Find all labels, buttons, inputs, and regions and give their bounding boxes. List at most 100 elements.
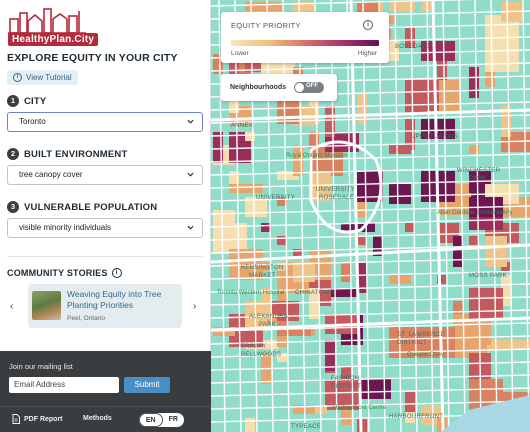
toggle-knob <box>295 83 304 92</box>
map-block[interactable] <box>501 340 530 349</box>
map-block[interactable] <box>293 262 315 282</box>
neighbourhoods-label: Neighbourhoods <box>230 84 286 91</box>
divider <box>7 256 203 257</box>
map-block[interactable] <box>485 41 519 72</box>
neighbourhoods-toggle[interactable]: OFF <box>294 82 324 93</box>
view-tutorial-button[interactable]: i View Tutorial <box>7 70 78 85</box>
email-input[interactable]: Email Address <box>9 377 119 393</box>
map-block[interactable] <box>389 184 411 204</box>
lang-fr-button[interactable]: FR <box>163 413 185 427</box>
lang-en-button[interactable]: EN <box>139 413 163 427</box>
methods-link[interactable]: Methods <box>83 415 112 422</box>
map-label: PARK <box>259 322 277 328</box>
submit-button[interactable]: Submit <box>124 377 170 393</box>
sidebar-footer: Join our mailing list Email Address Subm… <box>0 351 211 432</box>
city-select[interactable]: Toronto <box>7 112 203 132</box>
map-block[interactable] <box>453 236 463 267</box>
step-number: 3 <box>7 201 19 213</box>
map-label: ALEXANDRA <box>249 314 289 320</box>
document-icon <box>12 414 20 424</box>
map-label: ST. LAWRENCE <box>397 332 445 338</box>
step-number: 1 <box>7 95 19 107</box>
map-label: MOSS PARK <box>469 273 507 279</box>
step-number: 2 <box>7 148 19 160</box>
map-label: ROSEDALE <box>319 195 355 201</box>
logo[interactable]: HealthyPlan.City <box>8 5 99 46</box>
map-label: Toronto Western Hospital <box>217 290 285 296</box>
map-label: HARBOURFRONT <box>389 414 444 420</box>
map-label: UPPER JARVIS <box>411 134 458 140</box>
map-block[interactable] <box>437 80 459 111</box>
view-tutorial-label: View Tutorial <box>26 73 72 82</box>
info-icon[interactable]: i <box>111 268 122 278</box>
community-stories-title: COMMUNITY STORIES i <box>7 268 122 278</box>
community-stories-label: COMMUNITY STORIES <box>7 268 108 278</box>
map-block[interactable] <box>229 184 263 193</box>
legend-title: EQUITY PRIORITY <box>231 21 301 30</box>
map-block[interactable] <box>245 2 279 11</box>
map-block[interactable] <box>389 145 411 154</box>
map-label: KENSINGTON <box>241 265 284 271</box>
map-label: Harbourfront Centre <box>333 405 387 411</box>
map-label: PARK <box>469 176 487 182</box>
map-label: CHINATOWN <box>295 290 335 296</box>
neighbourhoods-panel: Neighbourhoods OFF <box>221 74 337 101</box>
step-vulnerable-population: 3 VULNERABLE POPULATION <box>7 201 157 213</box>
info-icon[interactable]: i <box>363 20 373 30</box>
vulnerable-population-select-value: visible minority individuals <box>19 223 112 232</box>
map-label: TRINITY <box>241 344 267 350</box>
language-toggle[interactable]: EN FR <box>139 413 184 427</box>
step-city: 1 CITY <box>7 95 46 107</box>
city-select-value: Toronto <box>19 117 46 126</box>
story-title-link[interactable]: Weaving Equity into Tree Planting Priori… <box>67 289 177 311</box>
map-label: UNIVERSITY <box>256 195 296 201</box>
map-block[interactable] <box>469 236 479 245</box>
map-block[interactable] <box>357 236 367 245</box>
map-block[interactable] <box>469 288 503 319</box>
vulnerable-population-select[interactable]: visible minority individuals <box>7 218 203 238</box>
divider <box>0 406 211 407</box>
built-environment-select[interactable]: tree canopy cover <box>7 165 203 185</box>
map-block[interactable] <box>341 262 351 282</box>
equity-priority-legend: EQUITY PRIORITY i Lower Higher <box>221 12 389 63</box>
story-location: Peel, Ontario <box>67 315 105 322</box>
legend-low-label: Lower <box>231 50 249 57</box>
map-block[interactable] <box>469 67 479 98</box>
story-thumbnail-image <box>32 291 61 320</box>
map-label: BOSEDALE <box>395 44 430 50</box>
map-label: Allan Gardens Conservatory <box>437 210 513 216</box>
page-title: EXPLORE EQUITY IN YOUR CITY <box>7 52 178 64</box>
map-block[interactable] <box>485 236 507 267</box>
map-label: WINCHESTER <box>457 168 501 174</box>
map-canvas[interactable]: BOSEDALE ANNEX UPPER JARVIS Royal Ontari… <box>211 0 530 432</box>
map-block[interactable] <box>421 2 431 11</box>
map-block[interactable] <box>389 2 411 11</box>
sidebar: HealthyPlan.City EXPLORE EQUITY IN YOUR … <box>0 0 211 432</box>
story-card[interactable]: Weaving Equity into Tree Planting Priori… <box>28 284 182 328</box>
chevron-down-icon <box>187 119 194 124</box>
map-block[interactable] <box>389 275 411 284</box>
map-label: FASHION <box>331 376 360 382</box>
pdf-report-link[interactable]: PDF Report <box>12 414 63 424</box>
map-block[interactable] <box>277 236 287 245</box>
map-label: DISTRICT <box>397 340 428 346</box>
step-label: CITY <box>24 95 47 107</box>
logo-text: HealthyPlan.City <box>8 33 99 46</box>
info-icon: i <box>13 73 22 82</box>
chevron-down-icon <box>187 225 194 230</box>
app-root: HealthyPlan.City EXPLORE EQUITY IN YOUR … <box>0 0 530 432</box>
step-label: BUILT ENVIRONMENT <box>24 148 128 160</box>
map-label: BELLWOODS <box>241 352 282 358</box>
map-block[interactable] <box>245 418 255 432</box>
map-label: TYPEACE <box>291 424 322 430</box>
map-block[interactable] <box>405 392 415 412</box>
stories-next-button[interactable]: › <box>193 301 196 312</box>
built-environment-select-value: tree canopy cover <box>19 170 83 179</box>
map-block[interactable] <box>357 379 391 399</box>
equity-choropleth-map[interactable] <box>211 0 530 432</box>
legend-gradient-bar <box>231 40 379 46</box>
stories-prev-button[interactable]: ‹ <box>10 301 13 312</box>
map-label: ANNEX <box>231 123 254 129</box>
toggle-state-label: OFF <box>306 83 318 89</box>
map-label: MARKET <box>249 273 276 279</box>
